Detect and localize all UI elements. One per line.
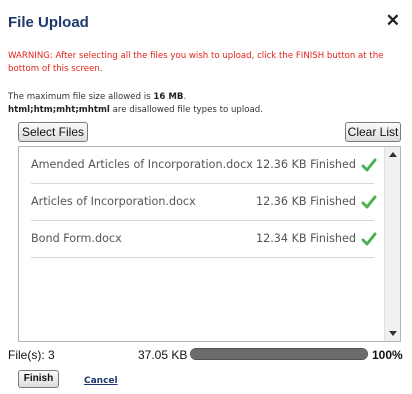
clear-list-button[interactable]: Clear List [345,122,401,142]
file-rows: Amended Articles of Incorporation.docx 12… [19,147,386,258]
file-size-status: 12.36 KB Finished [256,158,356,171]
file-size-status: 12.34 KB Finished [256,232,356,245]
file-row: Articles of Incorporation.docx 12.36 KB F… [31,184,377,221]
close-icon[interactable]: ✕ [386,12,400,29]
file-size: 12.34 KB [256,232,307,245]
file-upload-dialog: File Upload ✕ WARNING: After selecting a… [0,0,412,394]
total-size: 37.05 KB [138,348,188,362]
file-status: Finished [310,195,357,208]
checkmark-icon [361,195,377,209]
file-count: File(s): 3 [8,348,55,362]
cancel-link[interactable]: Cancel [84,376,118,386]
dialog-title: File Upload [8,14,89,31]
file-size-status: 12.36 KB Finished [256,195,356,208]
disallowed-suffix: are disallowed file types to upload. [109,104,263,115]
file-name: Articles of Incorporation.docx [31,195,196,208]
scrollbar[interactable] [384,147,400,341]
file-status: Finished [310,232,357,245]
file-row: Bond Form.docx 12.34 KB Finished [31,221,377,258]
progress-percent: 100% [372,348,403,362]
upload-info: The maximum file size allowed is 16 MB. … [8,91,406,116]
warning-message: WARNING: After selecting all the files y… [8,51,384,74]
scroll-up-icon[interactable] [389,152,397,157]
progress-bar [190,348,368,360]
max-size-line: The maximum file size allowed is 16 MB. [8,91,406,104]
file-name: Bond Form.docx [31,232,122,245]
file-row: Amended Articles of Incorporation.docx 12… [31,147,377,184]
finish-button[interactable]: Finish [18,370,59,388]
max-size-suffix: . [183,92,187,102]
scroll-down-icon[interactable] [389,331,397,336]
file-status: Finished [310,158,357,171]
file-name: Amended Articles of Incorporation.docx [31,158,253,171]
checkmark-icon [361,232,377,246]
file-list[interactable]: Amended Articles of Incorporation.docx 12… [18,146,401,342]
file-size: 12.36 KB [256,158,307,171]
disallowed-types: html;htm;mht;mhtml [8,104,110,115]
max-size-value: 16 MB [153,92,184,102]
max-size-prefix: The maximum file size allowed is [8,92,154,102]
upload-footer: File(s): 3 37.05 KB 100% [0,344,412,362]
checkmark-icon [361,158,377,172]
disallowed-line: html;htm;mht;mhtml are disallowed file t… [8,104,406,117]
file-size: 12.36 KB [256,195,307,208]
progress-fill [191,349,367,359]
select-files-button[interactable]: Select Files [18,122,88,142]
